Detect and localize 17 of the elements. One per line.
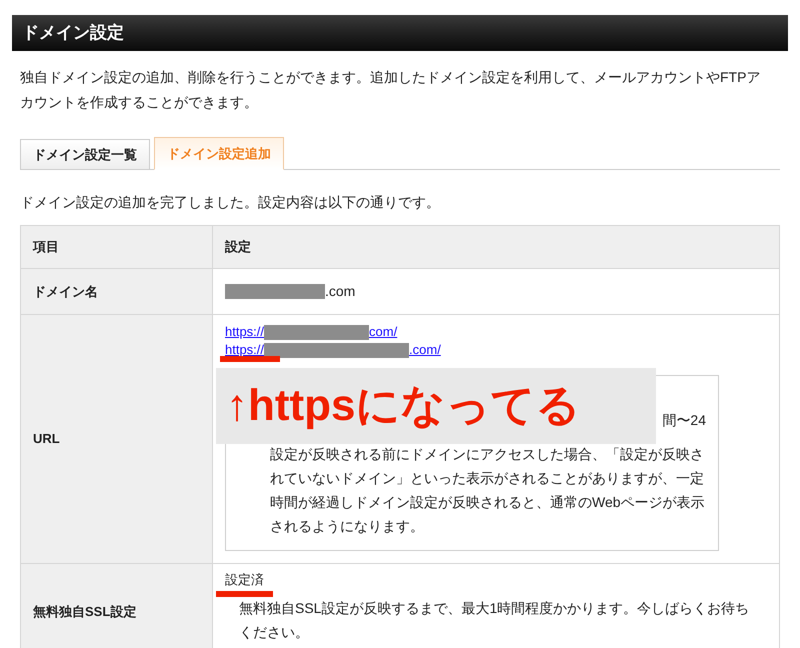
status-text: 設定済: [225, 572, 264, 588]
domain-suffix: .com: [325, 282, 356, 301]
row-label: 無料独自SSL設定: [21, 564, 213, 648]
row-label: ドメイン名: [21, 269, 213, 315]
note-text: 設定が反映される前にドメインにアクセスした場合、「設定が反映されていないドメイン」といった表示がされることがありますが、一定時間が経過しドメイン設定が反映されると、通常のWebページが表示されるようになります。: [270, 445, 706, 536]
ssl-note: 無料独自SSL設定が反映するまで、最大1時間程度かかります。今しばらくお待ちください。: [238, 599, 750, 642]
column-header: 設定: [213, 226, 779, 269]
tab[interactable]: ドメイン設定一覧: [20, 139, 150, 170]
completion-message: ドメイン設定の追加を完了しました。設定内容は以下の通りです。: [20, 193, 441, 212]
row-label: URL: [21, 315, 213, 564]
highlight-underline: [220, 356, 280, 362]
page-title: ドメイン設定: [22, 22, 124, 44]
highlight-underline: [216, 591, 273, 597]
note-fragment: 間〜24: [662, 411, 706, 430]
column-header: 項目: [21, 226, 213, 269]
annotation-label: ↑httpsになってる: [216, 368, 656, 444]
description-text: 独自ドメイン設定の追加、削除を行うことができます。追加したドメイン設定を利用して、メールアカウントやFTPアカウントを作成することができます。: [20, 68, 762, 112]
